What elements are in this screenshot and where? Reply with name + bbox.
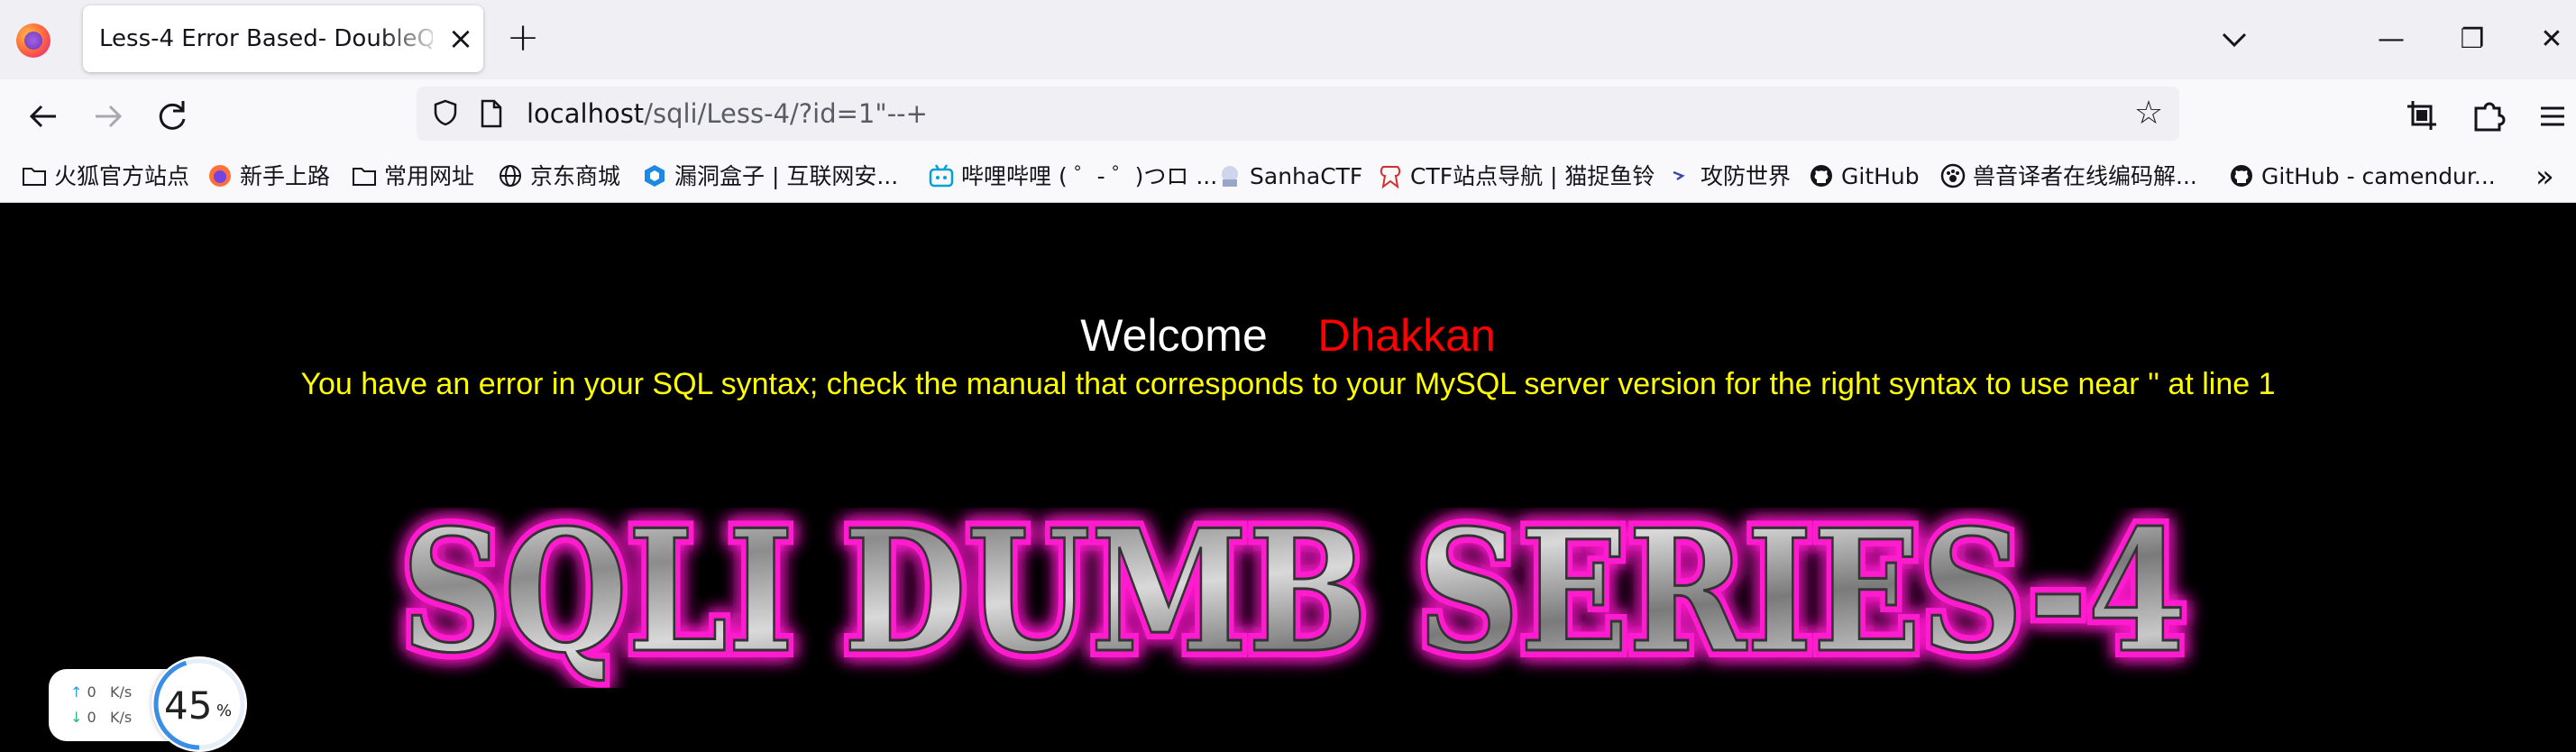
forward-button[interactable]: [87, 96, 128, 137]
gauge-unit: %: [216, 702, 233, 720]
bilibili-icon: [929, 164, 954, 188]
shield-icon[interactable]: [433, 99, 458, 126]
bookmark-item[interactable]: SanhaCTF: [1217, 159, 1362, 195]
chevron-down-icon[interactable]: [2214, 20, 2254, 60]
bookmark-item[interactable]: CTF站点导航 | 猫捉鱼铃: [1378, 159, 1655, 195]
ctf-icon: [1380, 166, 1401, 188]
screenshot-crop-icon[interactable]: [2402, 96, 2443, 137]
welcome-text: Welcome: [1080, 310, 1268, 361]
username-text: Dhakkan: [1317, 310, 1496, 361]
url-text[interactable]: localhost/sqli/Less-4/?id=1"--+: [527, 96, 928, 132]
arrow-up-icon: ↑: [70, 683, 83, 701]
reload-button[interactable]: [151, 96, 193, 137]
bookmark-item[interactable]: 火狐官方站点: [22, 159, 189, 195]
bookmark-item[interactable]: 哔哩哔哩 ( ゜- ゜)つロ ...: [929, 159, 1217, 195]
sql-error-message: You have an error in your SQL syntax; ch…: [300, 367, 2276, 401]
paw-icon: [1940, 163, 1966, 188]
bookmark-item[interactable]: 京东商城: [498, 159, 620, 195]
bookmarks-overflow-button[interactable]: »: [2535, 155, 2571, 198]
page-content: Welcome Dhakkan You have an error in you…: [0, 203, 2576, 750]
sqli-banner: SQLI DUMB SERIES-4 SQLI DUMB SERIES-4: [394, 508, 2194, 688]
banner-title: SQLI DUMB SERIES-4: [401, 508, 2186, 688]
memory-usage-gauge[interactable]: 45 %: [151, 656, 247, 752]
tab-title-fade: [380, 14, 444, 60]
navigation-toolbar: localhost/sqli/Less-4/?id=1"--+ ☆: [0, 79, 2576, 151]
firefox-logo-icon[interactable]: [16, 23, 50, 58]
bookmark-item[interactable]: 兽音译者在线编码解...: [1940, 159, 2197, 195]
tab-close-icon[interactable]: ×: [442, 20, 480, 58]
download-speed: ↓ 0 K/s: [70, 709, 133, 726]
tab-strip: Less-4 Error Based- DoubleQuotes- String…: [0, 0, 2576, 79]
minimize-button[interactable]: —: [2364, 14, 2418, 65]
new-tab-button[interactable]: +: [503, 18, 543, 60]
github-icon: [1811, 165, 1832, 187]
folder-icon: [353, 168, 376, 186]
page-icon[interactable]: [480, 99, 503, 128]
welcome-line: Welcome Dhakkan: [0, 309, 2576, 362]
anime-icon: [1222, 166, 1238, 187]
bookmarks-toolbar: 火狐官方站点 新手上路 常用网址 京东商城 漏洞盒子 | 互联网安... 哔哩哔…: [0, 151, 2576, 203]
url-path: /sqli/Less-4/?id=1"--+: [644, 98, 928, 129]
extensions-puzzle-icon[interactable]: [2469, 96, 2510, 137]
firefox-icon: [209, 165, 231, 187]
bookmark-item[interactable]: 漏洞盒子 | 互联网安...: [642, 159, 898, 195]
close-window-button[interactable]: ✕: [2525, 14, 2576, 65]
globe-icon: [500, 165, 521, 187]
bookmark-item[interactable]: 常用网址: [352, 159, 474, 195]
github-icon: [2231, 165, 2252, 187]
back-button[interactable]: [23, 96, 65, 137]
url-bar[interactable]: localhost/sqli/Less-4/?id=1"--+ ☆: [417, 87, 2179, 141]
gauge-value: 45: [164, 683, 213, 728]
tab-active[interactable]: Less-4 Error Based- DoubleQuotes- String…: [83, 5, 483, 72]
restore-button[interactable]: ❐: [2445, 14, 2499, 65]
bookmark-item[interactable]: GitHub: [1809, 159, 1920, 195]
hamburger-menu-icon[interactable]: [2532, 96, 2573, 137]
bookmark-item[interactable]: 新手上路: [207, 159, 330, 195]
url-host: localhost: [527, 98, 645, 129]
bookmark-item[interactable]: 攻防世界: [1668, 159, 1791, 195]
bookmark-star-icon[interactable]: ☆: [2131, 96, 2167, 132]
adworld-icon: [1673, 170, 1685, 181]
arrow-down-icon: ↓: [70, 709, 83, 726]
bookmark-item[interactable]: GitHub - camendur...: [2229, 159, 2496, 195]
folder-icon: [23, 168, 46, 186]
upload-speed: ↑ 0 K/s: [70, 683, 133, 701]
vulbox-icon: [645, 165, 665, 187]
